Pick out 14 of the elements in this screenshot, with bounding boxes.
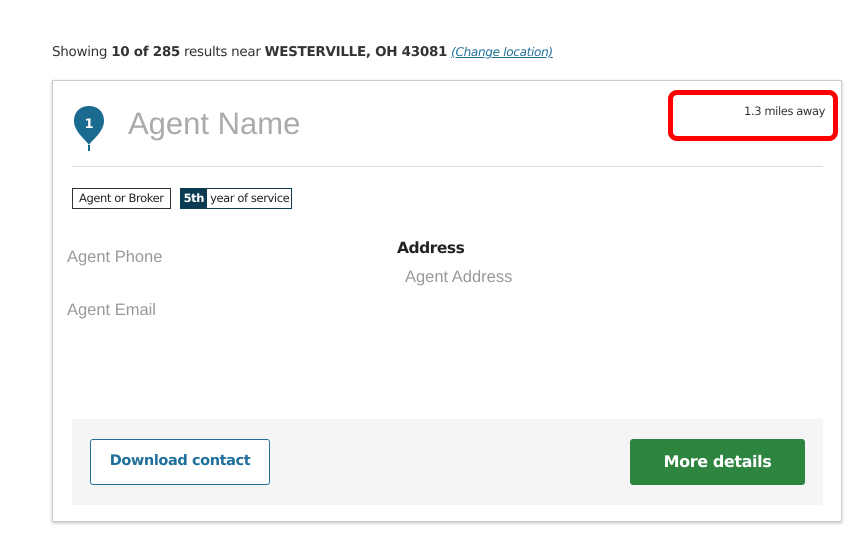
agent-name: Agent Name <box>128 104 300 142</box>
agent-phone: Agent Phone <box>67 247 164 268</box>
more-details-button[interactable]: More details <box>630 439 805 486</box>
distance-label: 1.3 miles away <box>668 90 838 142</box>
address-heading: Address <box>397 238 466 260</box>
agent-address: Agent Address <box>405 266 512 288</box>
download-contact-button[interactable]: Download contact <box>90 439 270 486</box>
service-text: year of service <box>209 190 290 208</box>
map-pin-icon: 1 <box>72 104 106 152</box>
service-year: 5th <box>180 189 208 208</box>
role-tag: Agent or Broker <box>72 188 171 210</box>
results-summary: Showing 10 of 285 results near WESTERVILLE, OH 43081 (Change location) <box>52 43 554 62</box>
agent-email: Agent Email <box>67 300 157 321</box>
change-location-link[interactable]: (Change location) <box>451 45 553 59</box>
